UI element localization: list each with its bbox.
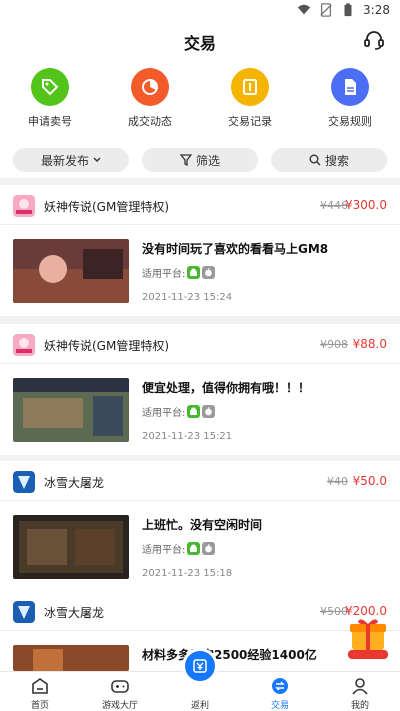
home-icon xyxy=(32,678,48,694)
filter-button[interactable]: 筛选 xyxy=(142,148,258,172)
tab-home[interactable]: 首页 xyxy=(0,672,80,711)
listing-header: 冰雪大屠龙 ¥500 ¥200.0 xyxy=(0,591,400,631)
search-label: 搜索 xyxy=(324,153,349,168)
game-icon xyxy=(13,471,35,493)
bottom-tab-bar: 首页 游戏大厅 返利 交易 我的 xyxy=(0,648,400,711)
listing-thumbnail xyxy=(13,239,129,303)
game-name: 妖神传说(GM管理特权) xyxy=(44,339,170,353)
search-icon xyxy=(309,154,321,166)
tab-label: 返利 xyxy=(190,701,209,711)
original-price: ¥40 xyxy=(327,475,348,488)
tag-icon xyxy=(31,68,69,106)
listing-title: 上班忙。没有空闲时间 xyxy=(142,518,263,532)
listing-title: 材料多多元宝2500经验1400亿 xyxy=(142,648,317,662)
quicknav-sell-account[interactable]: 申请卖号 xyxy=(0,60,100,142)
tab-label: 我的 xyxy=(350,701,369,711)
status-bar: 3:28 xyxy=(0,0,400,22)
gamepad-icon xyxy=(111,680,129,693)
listing-title: 便宜处理，值得你拥有哦！！！ xyxy=(142,381,311,395)
sort-dropdown[interactable]: 最新发布 xyxy=(13,148,129,172)
listing-card[interactable]: 妖神传说(GM管理特权) ¥908 ¥88.0 便宜处理，值得你拥有哦！！！ 适… xyxy=(0,324,400,455)
listing-title: 没有时间玩了喜欢的看看马上GM8 xyxy=(142,242,329,256)
listing-thumbnail xyxy=(13,645,129,671)
chevron-down-icon xyxy=(93,157,101,162)
tab-label: 首页 xyxy=(30,701,49,711)
chart-icon xyxy=(131,68,169,106)
listing-thumbnail xyxy=(13,515,129,579)
apple-icon xyxy=(202,266,216,279)
original-price: ¥908 xyxy=(320,338,348,351)
wifi-icon xyxy=(297,4,311,15)
apple-icon xyxy=(202,405,216,418)
android-icon xyxy=(187,542,201,555)
quicknav-label: 成交动态 xyxy=(128,115,172,128)
quicknav-trade-records[interactable]: 交易记录 xyxy=(200,60,300,142)
sort-label: 最新发布 xyxy=(40,153,89,168)
tab-game-hall[interactable]: 游戏大厅 xyxy=(80,672,160,711)
header: 交易 xyxy=(0,22,400,60)
quicknav-deal-activity[interactable]: 成交动态 xyxy=(100,60,200,142)
price: ¥300.0 xyxy=(345,198,387,212)
listing-time: 2021-11-23 15:18 xyxy=(142,568,233,579)
tab-profile[interactable]: 我的 xyxy=(320,672,400,711)
tab-trade[interactable]: 交易 xyxy=(240,672,320,711)
platform-label: 适用平台: xyxy=(142,269,186,280)
tab-label: 游戏大厅 xyxy=(101,701,138,711)
listing-time: 2021-11-23 15:24 xyxy=(142,292,233,303)
funnel-icon xyxy=(179,154,192,166)
android-icon xyxy=(187,266,201,279)
page-title: 交易 xyxy=(183,34,216,53)
quicknav-trade-rules[interactable]: 交易规则 xyxy=(300,60,400,142)
listing-time: 2021-11-23 15:21 xyxy=(142,431,233,442)
tab-label: 交易 xyxy=(270,701,289,711)
game-name: 冰雪大屠龙 xyxy=(44,606,105,620)
game-icon xyxy=(13,601,35,623)
listing-card[interactable]: 冰雪大屠龙 ¥40 ¥50.0 上班忙。没有空闲时间 适用平台: 2021-11… xyxy=(0,461,400,592)
tab-rebate[interactable]: 返利 xyxy=(160,648,240,711)
exchange-icon xyxy=(272,678,288,694)
search-button[interactable]: 搜索 xyxy=(271,148,387,172)
rebate-icon xyxy=(182,648,218,684)
price: ¥88.0 xyxy=(352,337,387,351)
original-price: ¥500 xyxy=(320,605,348,618)
newbie-gift-icon[interactable] xyxy=(346,614,390,660)
original-price: ¥446 xyxy=(320,199,348,212)
platform-row: 适用平台: xyxy=(142,404,216,419)
filter-bar: 最新发布 筛选 搜索 xyxy=(0,142,400,178)
listing-thumbnail xyxy=(13,378,129,442)
listing-header: 冰雪大屠龙 ¥40 ¥50.0 xyxy=(0,461,400,501)
listing-header: 妖神传说(GM管理特权) ¥908 ¥88.0 xyxy=(0,324,400,364)
listing-header: 妖神传说(GM管理特权) ¥446 ¥300.0 xyxy=(0,185,400,225)
record-icon xyxy=(231,68,269,106)
platform-label: 适用平台: xyxy=(142,408,186,419)
customer-service-icon[interactable] xyxy=(362,28,386,52)
apple-icon xyxy=(202,542,216,555)
quick-nav: 申请卖号 成交动态 交易记录 交易规则 xyxy=(0,60,400,142)
no-sim-icon xyxy=(320,3,332,17)
rules-icon xyxy=(331,68,369,106)
platform-row: 适用平台: xyxy=(142,265,216,280)
user-icon xyxy=(352,678,368,695)
platform-label: 适用平台: xyxy=(142,545,186,556)
battery-icon xyxy=(344,3,352,17)
platform-row: 适用平台: xyxy=(142,541,216,556)
game-name: 冰雪大屠龙 xyxy=(44,476,105,490)
listing-card[interactable]: 妖神传说(GM管理特权) ¥446 ¥300.0 没有时间玩了喜欢的看看马上GM… xyxy=(0,185,400,316)
quicknav-label: 申请卖号 xyxy=(28,115,72,128)
game-icon xyxy=(13,334,35,356)
android-icon xyxy=(187,405,201,418)
quicknav-label: 交易规则 xyxy=(328,115,372,128)
game-name: 妖神传说(GM管理特权) xyxy=(44,200,170,214)
price: ¥50.0 xyxy=(352,474,387,488)
clock: 3:28 xyxy=(363,3,390,17)
game-icon xyxy=(13,195,35,217)
quicknav-label: 交易记录 xyxy=(228,115,272,128)
filter-label: 筛选 xyxy=(195,153,220,168)
